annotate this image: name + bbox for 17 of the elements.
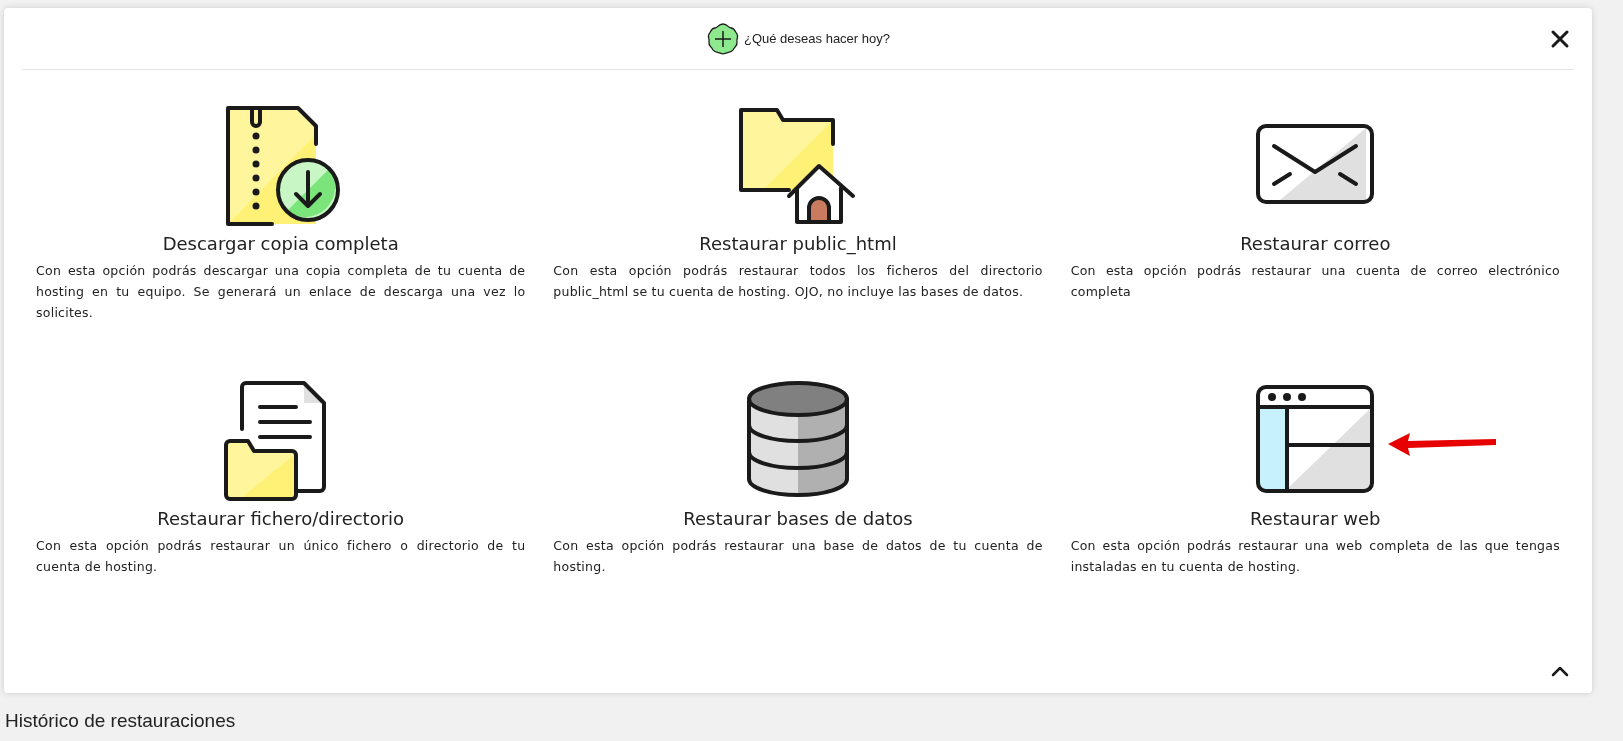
option-description: Con esta opción podrás restaurar una base de datos de tu cuenta de hosting. [553, 537, 1043, 576]
option-description: Con esta opción podrás restaurar un único fichero o directorio de tu cuenta de hosting. [36, 537, 526, 576]
option-title[interactable]: Descargar copia completa [162, 232, 399, 256]
chevron-up-icon [1550, 664, 1570, 678]
section-heading: Histórico de restauraciones [4, 709, 237, 733]
close-icon [1550, 29, 1570, 49]
option-title[interactable]: Restaurar fichero/directorio [157, 507, 405, 531]
option-title[interactable]: Restaurar correo [1240, 232, 1391, 256]
option-description: Con esta opción podrás restaurar una web completa de las que tengas instaladas en tu cuenta de hosting. [1070, 537, 1560, 576]
option-description: Con esta opción podrás descargar una copia completa de tu cuenta de hosting en tu equipo. Se generará un enlace de descarga una vez lo solicites. [36, 262, 526, 322]
option-title[interactable]: Restaurar public_html [699, 232, 897, 256]
dialog-title: ¿Qué deseas hacer hoy? [744, 29, 890, 48]
option-description: Con esta opción podrás restaurar una cuenta de correo electrónico completa [1070, 262, 1560, 301]
plus-badge-icon [706, 21, 740, 56]
option-description: Con esta opción podrás restaurar todos los ficheros del directorio public_html se tu cuenta de hosting. OJO, no incluye las bases de datos. [553, 262, 1043, 301]
option-title[interactable]: Restaurar bases de datos [683, 507, 913, 531]
option-title[interactable]: Restaurar web [1250, 507, 1381, 531]
